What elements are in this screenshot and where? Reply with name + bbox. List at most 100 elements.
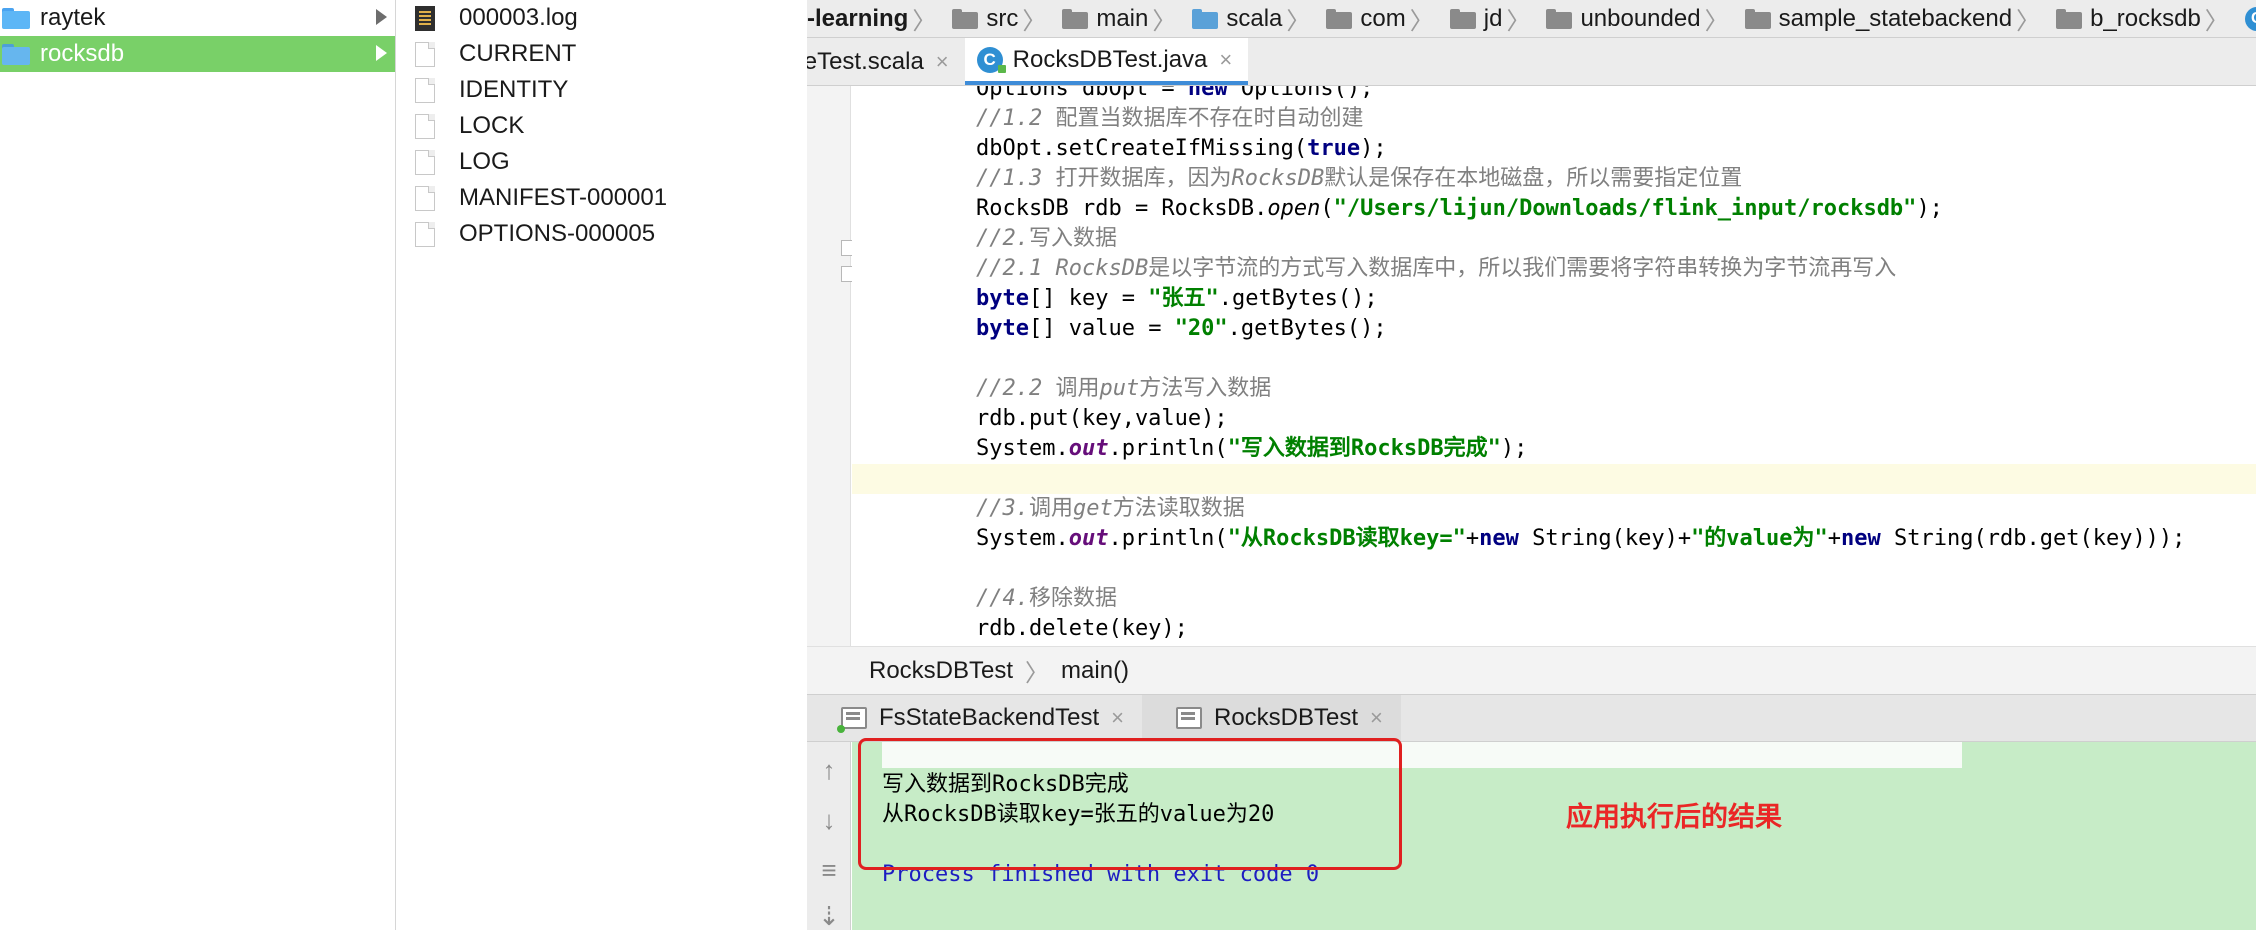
editor-tab-bar: eyedStateTest.scala × C RocksDBTest.java… xyxy=(807,38,2256,86)
package-icon xyxy=(2056,8,2083,29)
breadcrumb-item[interactable]: src 〉 xyxy=(952,1,1062,36)
close-icon[interactable]: × xyxy=(1370,705,1383,731)
code-line: System.out.println("写入数据到RocksDB完成"); xyxy=(976,436,1528,461)
close-icon[interactable]: × xyxy=(1111,705,1124,731)
folder-item-raytek[interactable]: raytek xyxy=(0,0,395,36)
finder-folder-column: raytek rocksdb xyxy=(0,0,396,930)
folder-icon xyxy=(952,8,979,29)
breadcrumb-item[interactable]: com 〉 xyxy=(1326,1,1449,36)
code-line: rdb.put(key,value); xyxy=(976,406,1228,431)
run-tab-rocksdbtest[interactable]: RocksDBTest × xyxy=(1141,695,1401,741)
file-item[interactable]: IDENTITY xyxy=(397,72,807,108)
code-line: //4.移除数据 xyxy=(976,586,1117,611)
file-item[interactable]: MANIFEST-000001 xyxy=(397,180,807,216)
breadcrumb-label: main xyxy=(1096,4,1149,32)
file-label: LOG xyxy=(459,148,510,175)
breadcrumb-label: src xyxy=(986,4,1019,32)
file-item[interactable]: LOCK xyxy=(397,108,807,144)
breadcrumb-item[interactable]: b_rocksdb 〉 xyxy=(2056,1,2245,36)
folder-icon xyxy=(1062,8,1089,29)
breadcrumb-label: unbounded xyxy=(1580,4,1701,32)
code-line: dbOpt.setCreateIfMissing(true); xyxy=(976,136,1387,161)
breadcrumb-label: b_rocksdb xyxy=(2090,4,2201,32)
code-line: byte[] value = "20".getBytes(); xyxy=(976,316,1387,341)
nav-class[interactable]: RocksDBTest xyxy=(869,657,1013,685)
code-line: //3.调用get方法读取数据 xyxy=(976,496,1245,521)
file-item[interactable]: OPTIONS-000005 xyxy=(397,216,807,252)
file-item[interactable]: 000003.log xyxy=(397,0,807,36)
caret-line xyxy=(852,464,2256,494)
code-line: //1.2 配置当数据库不存在时自动创建 xyxy=(976,106,1364,131)
package-icon xyxy=(1449,8,1476,29)
code-line: rdb.delete(key); xyxy=(976,616,1188,641)
structure-breadcrumb: RocksDBTest 〉 main() xyxy=(807,646,2256,694)
code-line: byte[] key = "张五".getBytes(); xyxy=(976,286,1378,311)
document-icon xyxy=(415,221,435,247)
disclosure-arrow-icon xyxy=(376,45,387,61)
package-icon xyxy=(1546,8,1573,29)
tab-keyedstatetest[interactable]: eyedStateTest.scala × xyxy=(807,38,965,85)
run-console-icon xyxy=(1175,707,1202,729)
code-line: //2.写入数据 xyxy=(976,226,1117,251)
arrow-up-icon[interactable]: ↑ xyxy=(815,756,843,784)
source-folder-icon xyxy=(1192,8,1219,29)
document-icon xyxy=(415,77,435,103)
file-label: LOCK xyxy=(459,112,525,139)
file-label: OPTIONS-000005 xyxy=(459,220,656,247)
breadcrumb-label: com xyxy=(1360,4,1406,32)
breadcrumb-item[interactable]: main 〉 xyxy=(1062,1,1192,36)
document-icon xyxy=(415,149,435,175)
log-file-icon xyxy=(415,5,435,31)
result-highlight-box xyxy=(858,738,1402,870)
editor-gutter xyxy=(807,86,857,646)
finder-file-column: 000003.log CURRENT IDENTITY LOCK LOG MAN… xyxy=(397,0,807,930)
code-line: RocksDB rdb = RocksDB.open("/Users/lijun… xyxy=(976,196,1943,221)
tab-rocksdbtest[interactable]: C RocksDBTest.java × xyxy=(964,38,1249,85)
java-class-icon: C xyxy=(976,46,1006,73)
code-line: //2.1 RocksDB是以字节流的方式写入数据库中，所以我们需要将字符串转换… xyxy=(976,256,1897,281)
breadcrumb-item[interactable]: -learning 〉 xyxy=(807,1,952,36)
arrow-down-icon[interactable]: ↓ xyxy=(815,806,843,834)
breadcrumb-item[interactable]: unbounded 〉 xyxy=(1546,1,1744,36)
file-item[interactable]: LOG xyxy=(397,144,807,180)
disclosure-arrow-icon xyxy=(376,9,387,25)
tab-label: RocksDBTest.java xyxy=(1012,45,1208,73)
breadcrumb-label: scala xyxy=(1226,4,1283,32)
file-label: CURRENT xyxy=(459,40,577,67)
nav-method[interactable]: main() xyxy=(1061,657,1129,685)
breadcrumb-label: jd xyxy=(1483,4,1503,32)
breadcrumb-label: sample_statebackend xyxy=(1778,4,2013,32)
tab-label: RocksDBTest xyxy=(1213,704,1359,731)
package-icon xyxy=(1326,8,1353,29)
run-console-icon xyxy=(837,707,867,733)
folder-icon xyxy=(2,7,30,29)
breadcrumb: -learning 〉 src 〉 main 〉 scala 〉 com 〉 jd 〉 un… xyxy=(807,0,2256,38)
tab-label: eyedStateTest.scala xyxy=(807,47,924,75)
close-icon[interactable]: × xyxy=(936,49,949,75)
chevron-right-icon: 〉 xyxy=(1025,660,1050,687)
run-tab-fsstatebackendtest[interactable]: FsStateBackendTest × xyxy=(807,695,1142,741)
file-item[interactable]: CURRENT xyxy=(397,36,807,72)
file-label: 000003.log xyxy=(459,4,578,31)
code-line: Options dbOpt = new Options(); xyxy=(976,86,1374,101)
run-tab-bar: FsStateBackendTest × RocksDBTest × xyxy=(807,694,2256,742)
folder-item-rocksdb[interactable]: rocksdb xyxy=(0,36,395,72)
folder-label: raytek xyxy=(40,4,106,31)
breadcrumb-item[interactable]: CRo xyxy=(2244,5,2256,33)
document-icon xyxy=(415,113,435,139)
scroll-to-end-icon[interactable]: ⇣ xyxy=(815,902,843,930)
code-editor[interactable]: Options dbOpt = new Options(); //1.2 配置当… xyxy=(852,86,2256,646)
breadcrumb-label: -learning xyxy=(807,4,909,32)
folder-icon xyxy=(2,43,30,65)
code-line: System.out.println("从RocksDB读取key="+new … xyxy=(976,526,2186,551)
breadcrumb-item[interactable]: jd 〉 xyxy=(1449,1,1547,36)
soft-wrap-icon[interactable]: ≡ xyxy=(815,856,843,884)
code-line: //2.2 调用put方法写入数据 xyxy=(976,376,1272,401)
result-annotation: 应用执行后的结果 xyxy=(1566,802,1782,833)
breadcrumb-item[interactable]: sample_statebackend 〉 xyxy=(1744,1,2056,36)
file-label: MANIFEST-000001 xyxy=(459,184,668,211)
close-icon[interactable]: × xyxy=(1219,47,1232,73)
package-icon xyxy=(1744,8,1771,29)
breadcrumb-item[interactable]: scala 〉 xyxy=(1192,1,1326,36)
file-label: IDENTITY xyxy=(459,76,569,103)
